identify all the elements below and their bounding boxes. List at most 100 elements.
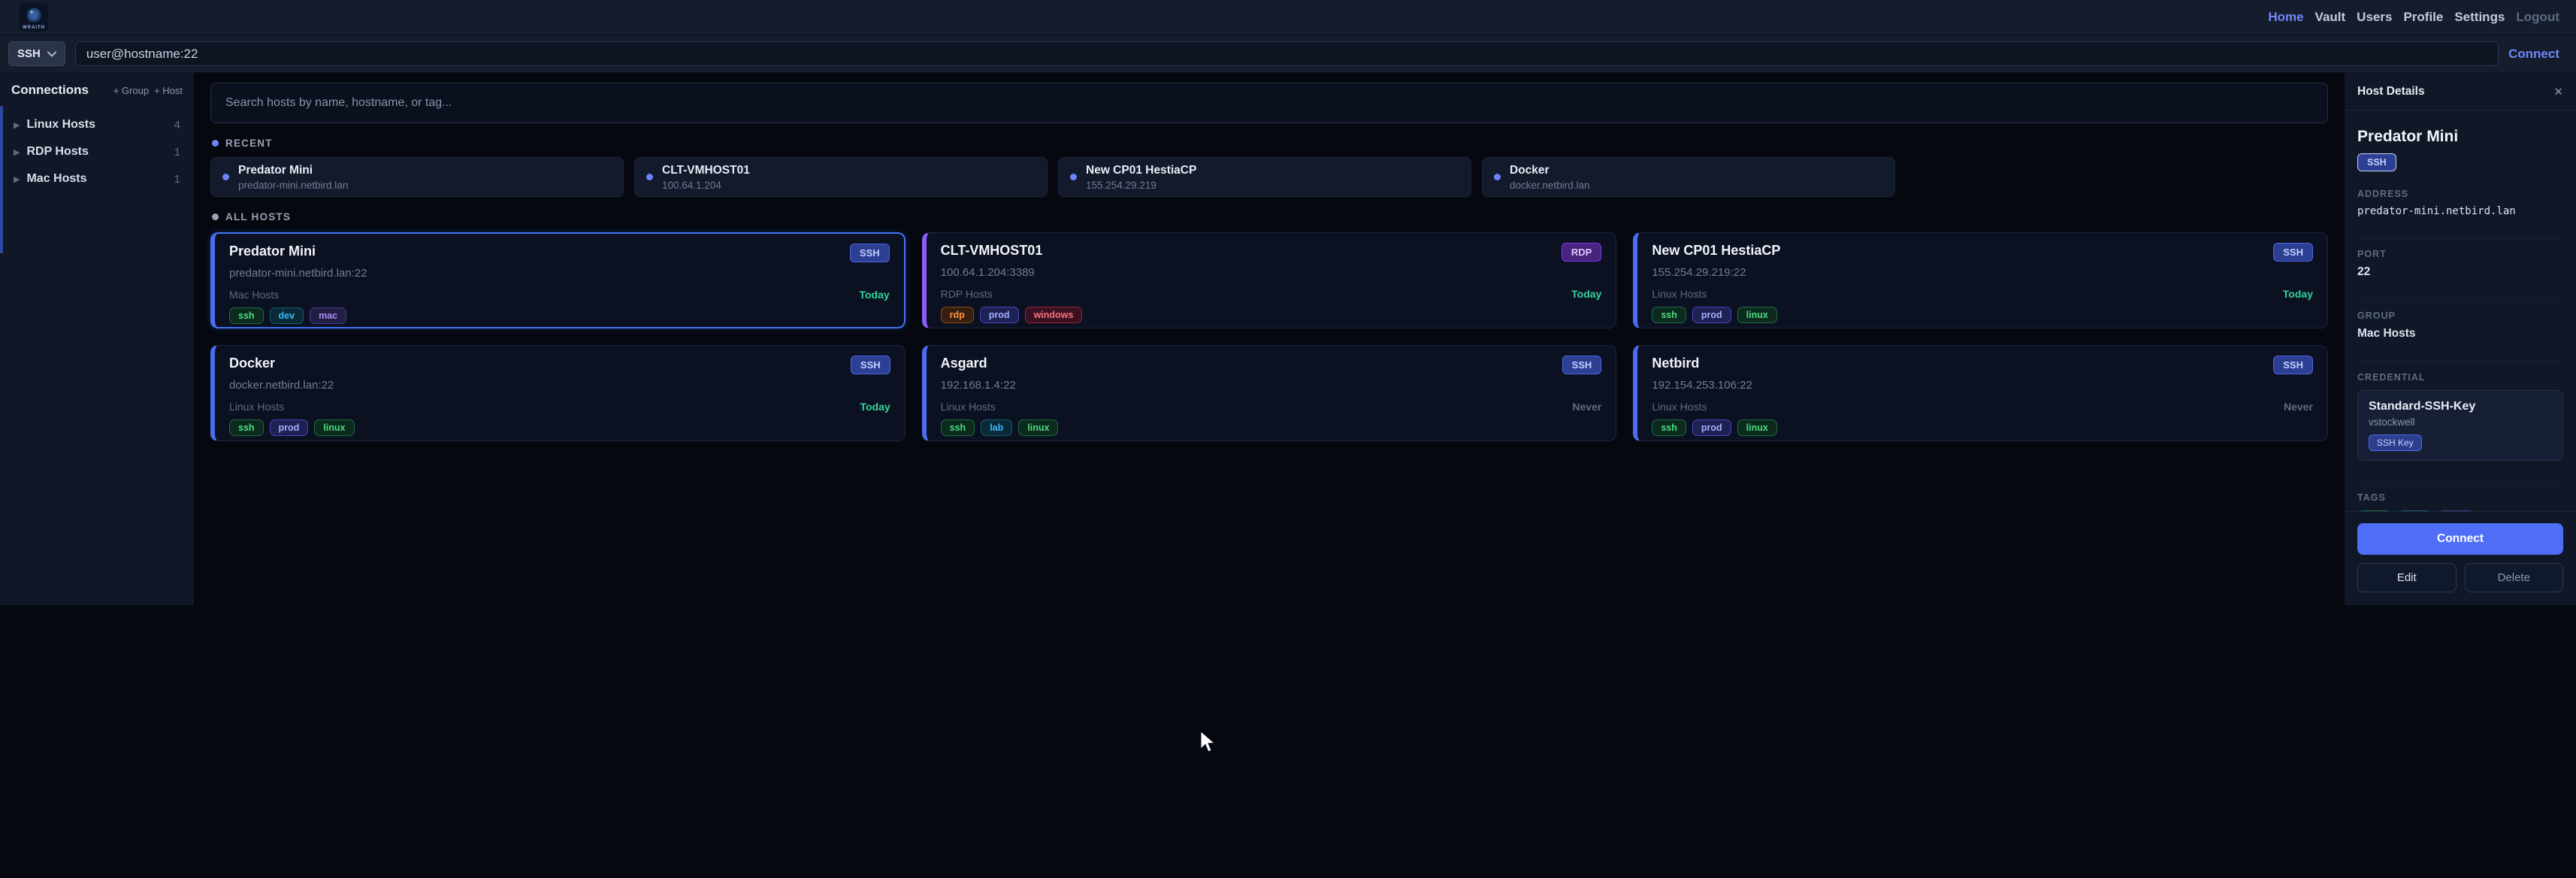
nav-home[interactable]: Home (2268, 10, 2303, 25)
tag: linux (1018, 419, 1058, 436)
host-name: New CP01 HestiaCP (1652, 243, 1780, 259)
tag: ssh (941, 419, 975, 436)
recent-card-new-cp01[interactable]: New CP01 HestiaCP 155.254.29.219 (1058, 157, 1471, 197)
status-dot-icon (646, 174, 653, 180)
port-label: PORT (2357, 249, 2563, 259)
tag: ssh (229, 419, 264, 436)
chevron-right-icon: ▶ (14, 147, 20, 157)
card-bottom: Linux Hosts Today (1652, 288, 2313, 300)
host-card-predator-mini[interactable]: Predator Mini SSH predator-mini.netbird.… (210, 232, 906, 328)
group-count: 1 (174, 173, 180, 186)
recent-section-title: RECENT (225, 138, 273, 149)
host-address: 155.254.29.219:22 (1652, 266, 2313, 279)
host-card-netbird[interactable]: Netbird SSH 192.154.253.106:22 Linux Hos… (1633, 345, 2328, 441)
tag: windows (1025, 307, 1083, 323)
quick-connect-bar: SSH Connect (0, 35, 2576, 73)
sidebar-group-mac-hosts[interactable]: ▶ Mac Hosts 1 (11, 165, 183, 192)
group-count: 4 (174, 119, 180, 132)
host-details-title: Host Details (2357, 85, 2425, 98)
protocol-badge: SSH (851, 356, 890, 374)
sidebar-group-linux-hosts[interactable]: ▶ Linux Hosts 4 (11, 111, 183, 138)
add-group-button[interactable]: + Group (113, 85, 149, 96)
sidebar-group-rdp-hosts[interactable]: ▶ RDP Hosts 1 (11, 138, 183, 165)
host-card-asgard[interactable]: Asgard SSH 192.168.1.4:22 Linux Hosts Ne… (922, 345, 1617, 441)
recent-card-clt-vmhost01[interactable]: CLT-VMHOST01 100.64.1.204 (634, 157, 1048, 197)
chevron-down-icon (47, 51, 56, 57)
host-name: Predator Mini (229, 244, 316, 259)
tag-list: ssh prod linux (1652, 307, 2313, 323)
details-tags-section: TAGS ssh dev mac (2357, 482, 2563, 511)
host-group: Linux Hosts (229, 401, 284, 413)
host-address: 100.64.1.204:3389 (941, 266, 1602, 279)
recent-host: predator-mini.netbird.lan (238, 180, 348, 191)
recent-row: Predator Mini predator-mini.netbird.lan … (210, 157, 2328, 197)
tag-list: ssh lab linux (941, 419, 1602, 436)
host-group: RDP Hosts (941, 288, 993, 300)
host-group: Linux Hosts (941, 401, 996, 413)
recent-name: New CP01 HestiaCP (1086, 164, 1196, 177)
host-card-new-cp01[interactable]: New CP01 HestiaCP SSH 155.254.29.219:22 … (1633, 232, 2328, 328)
nav-profile[interactable]: Profile (2403, 10, 2443, 25)
recent-card-text: Predator Mini predator-mini.netbird.lan (238, 164, 348, 191)
recent-card-docker[interactable]: Docker docker.netbird.lan (1482, 157, 1895, 197)
card-bottom: RDP Hosts Today (941, 288, 1602, 300)
credential-type-badge: SSH Key (2369, 434, 2422, 451)
last-connected: Today (1571, 288, 1601, 300)
credential-card[interactable]: Standard-SSH-Key vstockwell SSH Key (2357, 390, 2563, 461)
hosts-grid: Predator Mini SSH predator-mini.netbird.… (210, 232, 2328, 441)
last-connected: Today (860, 401, 890, 413)
sidebar-actions: + Group + Host (113, 85, 183, 96)
host-group: Mac Hosts (229, 289, 279, 301)
host-details-panel: Host Details ✕ Predator Mini SSH ADDRESS… (2345, 73, 2576, 605)
quick-connect-address-input[interactable] (75, 41, 2499, 66)
top-bar: WRAITH Home Vault Users Profile Settings… (0, 0, 2576, 35)
host-search-input[interactable] (210, 83, 2328, 123)
group-label: RDP Hosts (26, 145, 88, 159)
protocol-badge: SSH (2273, 356, 2313, 374)
delete-button[interactable]: Delete (2465, 563, 2564, 592)
details-port-section: PORT 22 (2357, 238, 2563, 289)
app-logo-text: WRAITH (23, 26, 45, 32)
wraith-ghost-icon (23, 4, 45, 26)
host-address: docker.netbird.lan:22 (229, 379, 890, 392)
app-logo[interactable]: WRAITH (20, 3, 48, 32)
quick-connect-button[interactable]: Connect (2508, 47, 2559, 62)
tag: linux (1737, 419, 1777, 436)
host-card-clt-vmhost01[interactable]: CLT-VMHOST01 RDP 100.64.1.204:3389 RDP H… (922, 232, 1617, 328)
address-label: ADDRESS (2357, 189, 2563, 199)
last-connected: Today (859, 289, 889, 301)
recent-name: CLT-VMHOST01 (662, 164, 750, 177)
all-hosts-dot-icon (212, 213, 219, 220)
details-actions: Connect Edit Delete (2345, 511, 2576, 605)
tag: prod (1692, 307, 1731, 323)
host-card-docker[interactable]: Docker SSH docker.netbird.lan:22 Linux H… (210, 345, 906, 441)
group-label: GROUP (2357, 310, 2563, 321)
card-top: CLT-VMHOST01 RDP (941, 243, 1602, 262)
last-connected: Never (2284, 401, 2313, 413)
connect-button[interactable]: Connect (2357, 523, 2563, 555)
details-protocol-badge: SSH (2357, 153, 2396, 171)
tag: prod (1692, 419, 1731, 436)
add-host-button[interactable]: + Host (154, 85, 183, 96)
chevron-right-icon: ▶ (14, 120, 20, 130)
close-icon[interactable]: ✕ (2553, 85, 2563, 98)
protocol-select-value: SSH (17, 47, 41, 60)
tag: ssh (1652, 307, 1686, 323)
status-dot-icon (222, 174, 229, 180)
recent-card-predator-mini[interactable]: Predator Mini predator-mini.netbird.lan (210, 157, 624, 197)
nav-settings[interactable]: Settings (2454, 10, 2505, 25)
recent-name: Docker (1510, 164, 1590, 177)
nav-vault[interactable]: Vault (2315, 10, 2346, 25)
host-address: 192.154.253.106:22 (1652, 379, 2313, 392)
recent-name: Predator Mini (238, 164, 348, 177)
protocol-select[interactable]: SSH (8, 41, 65, 66)
group-label: Linux Hosts (26, 118, 95, 132)
tag: dev (270, 307, 304, 324)
card-bottom: Linux Hosts Never (1652, 401, 2313, 413)
protocol-badge: SSH (850, 244, 890, 262)
edit-button[interactable]: Edit (2357, 563, 2457, 592)
host-details-header: Host Details ✕ (2345, 73, 2576, 111)
nav-logout[interactable]: Logout (2516, 10, 2559, 25)
nav-users[interactable]: Users (2357, 10, 2392, 25)
connections-sidebar: Connections + Group + Host ▶ Linux Hosts… (0, 73, 194, 605)
